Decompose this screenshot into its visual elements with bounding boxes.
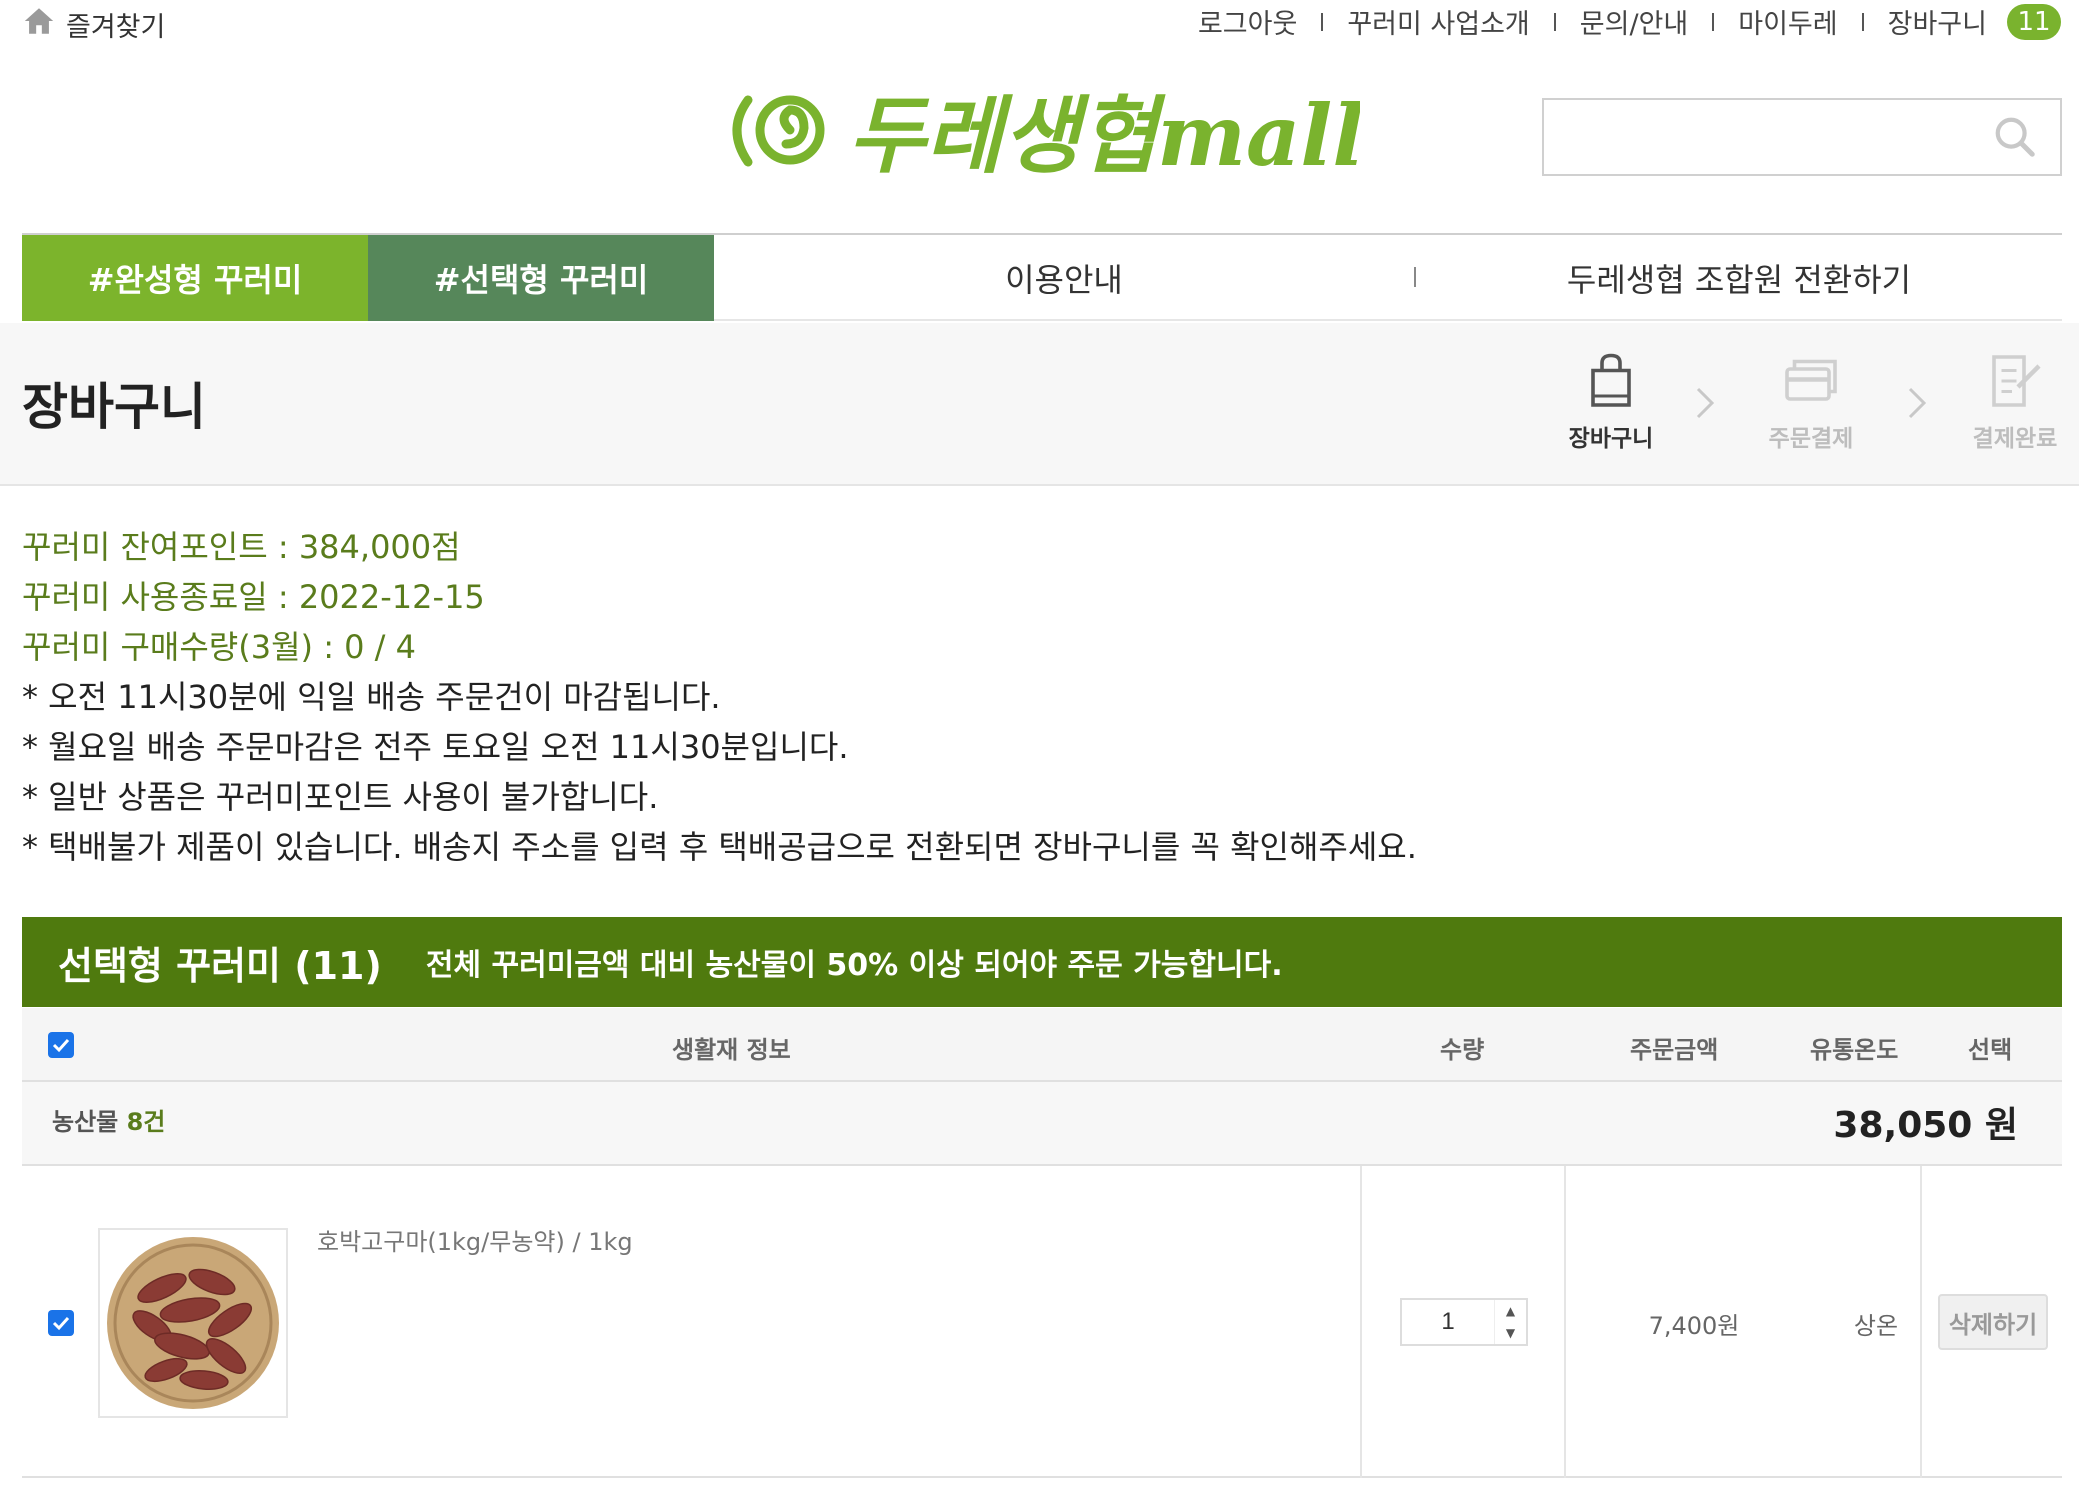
product-name[interactable]: 호박고구마(1kg/무농약) / 1kg (317, 1222, 633, 1257)
purchase-count: 꾸러미 구매수량(3월) : 0 / 4 (22, 628, 416, 666)
cart-link[interactable]: 장바구니 (1888, 2, 1987, 41)
main-nav: #완성형 꾸러미 #선택형 꾸러미 이용안내 두레생협 조합원 전환하기 (22, 233, 2062, 321)
notice-line: * 택배불가 제품이 있습니다. 배송지 주소를 입력 후 택배공급으로 전환되… (22, 828, 1417, 866)
group-subtotal-row: 농산물 8건 38,050 원 (22, 1082, 2062, 1166)
quantity-spinner: ▲ ▼ (1494, 1300, 1526, 1344)
utility-links: 로그아웃 꾸러미 사업소개 문의/안내 마이두레 장바구니 11 (1198, 2, 2061, 41)
search-input[interactable] (1544, 100, 1984, 174)
divider (1712, 12, 1715, 31)
increment-icon[interactable]: ▲ (1495, 1300, 1526, 1322)
group-total: 38,050 원 (1833, 1105, 2018, 1146)
quantity-input[interactable] (1402, 1300, 1494, 1344)
check-icon (52, 1316, 70, 1331)
tab-member-conversion[interactable]: 두레생협 조합원 전환하기 (1416, 235, 2062, 321)
product-image[interactable] (98, 1228, 288, 1418)
dure-logo-icon: 두레생협mall (732, 86, 1364, 185)
top-utility-bar: 즐겨찾기 로그아웃 꾸러미 사업소개 문의/안내 마이두레 장바구니 11 (0, 0, 2079, 45)
group-count: 8건 (126, 1108, 166, 1136)
quantity-stepper: ▲ ▼ (1400, 1298, 1528, 1346)
item-price: 7,400원 (1648, 1312, 1740, 1340)
divider (1553, 12, 1556, 31)
column-divider (1360, 1166, 1362, 1478)
table-header: 생활재 정보 수량 주문금액 유통온도 선택 (22, 1008, 2062, 1082)
inquiry-link[interactable]: 문의/안내 (1580, 2, 1688, 41)
divider (1321, 12, 1324, 31)
column-divider (1564, 1166, 1566, 1478)
chevron-right-icon (1908, 387, 1927, 419)
step-payment: 주문결제 (1756, 351, 1866, 453)
cart-notice: 꾸러미 잔여포인트 : 384,000점 꾸러미 사용종료일 : 2022-12… (22, 522, 1417, 872)
tab-select-package[interactable]: #선택형 꾸러미 (368, 235, 714, 321)
step-label: 장바구니 (1568, 426, 1654, 452)
shopping-bag-icon (1591, 353, 1631, 407)
column-header-info: 생활재 정보 (672, 1036, 791, 1064)
sweet-potato-basket-image (107, 1237, 279, 1409)
notice-line: * 오전 11시30분에 익일 배송 주문건이 마감됩니다. (22, 678, 721, 716)
my-dure-link[interactable]: 마이두레 (1738, 2, 1837, 41)
cart-count-badge[interactable]: 11 (2007, 3, 2061, 40)
step-label: 결제완료 (1972, 426, 2058, 452)
step-cart: 장바구니 (1556, 351, 1666, 453)
business-intro-link[interactable]: 꾸러미 사업소개 (1347, 2, 1529, 41)
item-temperature: 상온 (1853, 1312, 1899, 1340)
check-icon (52, 1038, 70, 1053)
delete-button[interactable]: 삭제하기 (1938, 1294, 2048, 1350)
page-header: 장바구니 장바구니 주문결제 결제완료 (0, 323, 2079, 486)
section-header: 선택형 꾸러미 (11) 전체 꾸러미금액 대비 농산물이 50% 이상 되어야… (22, 917, 2062, 1007)
item-checkbox[interactable] (48, 1310, 74, 1336)
column-header-temperature: 유통온도 (1810, 1036, 1899, 1064)
select-all-checkbox[interactable] (48, 1032, 74, 1058)
expiry-date: 꾸러미 사용종료일 : 2022-12-15 (22, 578, 485, 616)
credit-card-icon (1785, 359, 1837, 401)
remaining-points: 꾸러미 잔여포인트 : 384,000점 (22, 528, 461, 566)
notice-line: * 월요일 배송 주문마감은 전주 토요일 오전 11시30분입니다. (22, 728, 849, 766)
table-row: 호박고구마(1kg/무농약) / 1kg ▲ ▼ 7,400원 상온 삭제하기 (22, 1166, 2062, 1478)
chevron-right-icon (1696, 387, 1715, 419)
section-notice: 전체 꾸러미금액 대비 농산물이 50% 이상 되어야 주문 가능합니다. (425, 948, 1283, 983)
logout-link[interactable]: 로그아웃 (1198, 2, 1297, 41)
favorites-label: 즐겨찾기 (66, 12, 166, 43)
search-box (1542, 98, 2062, 176)
section-title: 선택형 꾸러미 (11) (58, 943, 382, 988)
tab-complete-package[interactable]: #완성형 꾸러미 (22, 235, 368, 321)
page-title: 장바구니 (22, 378, 206, 436)
favorites-link[interactable]: 즐겨찾기 (22, 4, 165, 45)
search-icon[interactable] (1992, 114, 2038, 160)
group-label: 농산물 8건 (52, 1108, 166, 1136)
notice-line: * 일반 상품은 꾸러미포인트 사용이 불가합니다. (22, 778, 659, 816)
decrement-icon[interactable]: ▼ (1495, 1322, 1526, 1344)
home-icon (22, 4, 56, 45)
column-header-quantity: 수량 (1440, 1036, 1485, 1064)
tab-guide[interactable]: 이용안내 (714, 235, 1414, 321)
step-complete: 결제완료 (1960, 351, 2070, 453)
step-label: 주문결제 (1768, 426, 1854, 452)
logo-text: 두레생협mall (848, 86, 1360, 185)
checklist-icon (1992, 355, 2041, 407)
column-header-price: 주문금액 (1630, 1036, 1719, 1064)
column-header-select: 선택 (1968, 1036, 2013, 1064)
site-logo[interactable]: 두레생협mall (720, 70, 1364, 190)
divider (1861, 12, 1864, 31)
